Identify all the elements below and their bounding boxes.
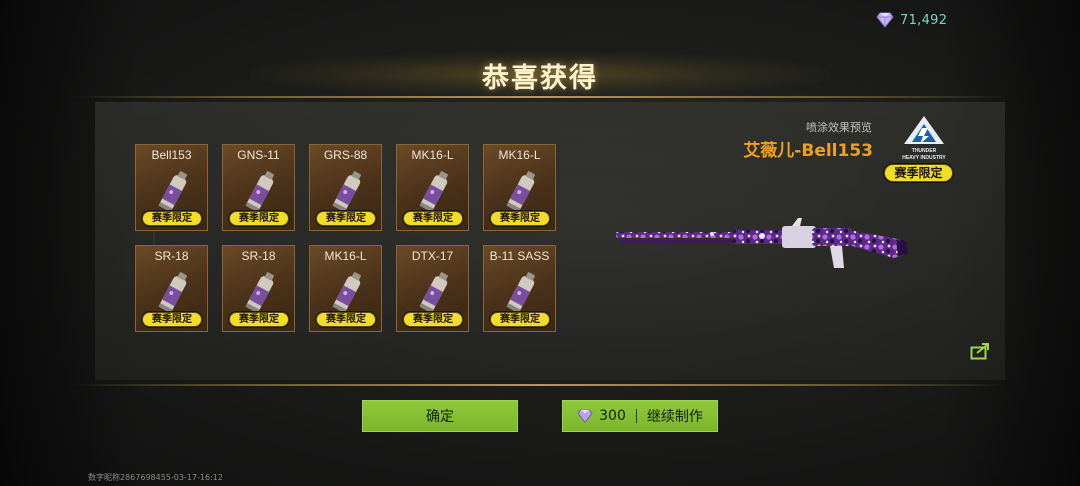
divider-top xyxy=(70,96,1010,98)
season-limited-badge: 赛季限定 xyxy=(142,211,202,226)
reward-name: GNS-11 xyxy=(237,148,280,162)
spray-can-icon xyxy=(332,171,361,213)
continue-cost: 300 xyxy=(599,408,626,424)
spray-can-icon xyxy=(506,171,535,213)
reward-card[interactable]: MK16-L 赛季限定 xyxy=(483,144,556,231)
season-limited-badge: 赛季限定 xyxy=(229,312,289,327)
reward-card[interactable]: GRS-88 赛季限定 xyxy=(309,144,382,231)
preview-label: 喷涂效果预览 xyxy=(806,121,872,134)
brand-line-1: THUNDER xyxy=(912,148,937,154)
spray-can-icon xyxy=(158,272,187,314)
reward-grid: Bell153 赛季限定 GNS-11 赛季限定 GRS-88 赛季限定 MK16-L 赛季限… xyxy=(135,144,560,332)
reward-name: SR-18 xyxy=(154,249,189,263)
spray-can-icon xyxy=(332,272,361,314)
season-limited-badge: 赛季限定 xyxy=(316,211,376,226)
continue-crafting-button[interactable]: 300 继续制作 xyxy=(562,400,718,432)
divider-bottom xyxy=(70,384,1010,386)
season-limited-badge: 赛季限定 xyxy=(490,211,550,226)
reward-card[interactable]: MK16-L 赛季限定 xyxy=(309,245,382,332)
confirm-button[interactable]: 确定 xyxy=(362,400,518,432)
currency-display: 71,492 xyxy=(876,10,947,30)
reward-name: SR-18 xyxy=(241,249,276,263)
reward-card[interactable]: SR-18 赛季限定 xyxy=(135,245,208,332)
spray-can-icon xyxy=(419,171,448,213)
brand-line-2: HEAVY INDUSTRY xyxy=(902,155,946,161)
currency-amount: 71,492 xyxy=(900,12,948,28)
spray-can-icon xyxy=(158,171,187,213)
reward-name: DTX-17 xyxy=(411,249,454,263)
season-limited-badge: 赛季限定 xyxy=(884,164,953,182)
spray-can-icon xyxy=(419,272,448,314)
reward-card[interactable]: MK16-L 赛季限定 xyxy=(396,144,469,231)
season-limited-badge: 赛季限定 xyxy=(142,312,202,327)
shotgun-preview-image[interactable] xyxy=(612,214,912,276)
reward-card[interactable]: DTX-17 赛季限定 xyxy=(396,245,469,332)
season-limited-badge: 赛季限定 xyxy=(403,211,463,226)
spray-can-icon xyxy=(245,272,274,314)
reward-name: GRS-88 xyxy=(323,148,368,162)
skin-name: 艾薇儿-Bell153 xyxy=(743,141,873,161)
reward-card[interactable]: Bell153 赛季限定 xyxy=(135,144,208,231)
gem-icon xyxy=(876,12,894,28)
reward-card[interactable]: GNS-11 赛季限定 xyxy=(222,144,295,231)
reward-name: B-11 SASS xyxy=(489,249,550,263)
continue-label: 继续制作 xyxy=(646,409,703,425)
spray-can-icon xyxy=(245,171,274,213)
button-divider xyxy=(635,409,637,423)
reward-name: Bell153 xyxy=(151,148,192,162)
confirm-button-label: 确定 xyxy=(426,409,454,425)
season-limited-badge: 赛季限定 xyxy=(229,211,289,226)
spray-can-icon xyxy=(506,272,535,314)
reward-name: MK16-L xyxy=(498,148,541,162)
page-title: 恭喜获得 xyxy=(482,63,598,94)
season-limited-badge: 赛季限定 xyxy=(316,312,376,327)
gem-icon xyxy=(577,409,593,423)
share-icon[interactable] xyxy=(970,342,990,360)
player-id-text: 数字昵称2867698455-03-17-16:12 xyxy=(88,473,223,482)
reward-card[interactable]: SR-18 赛季限定 xyxy=(222,245,295,332)
reward-card[interactable]: B-11 SASS 赛季限定 xyxy=(483,245,556,332)
reward-name: MK16-L xyxy=(324,249,367,263)
season-limited-badge: 赛季限定 xyxy=(490,312,550,327)
reward-name: MK16-L xyxy=(411,148,454,162)
season-limited-badge: 赛季限定 xyxy=(403,312,463,327)
thunder-heavy-industry-logo: THUNDER HEAVY INDUSTRY xyxy=(902,116,946,161)
